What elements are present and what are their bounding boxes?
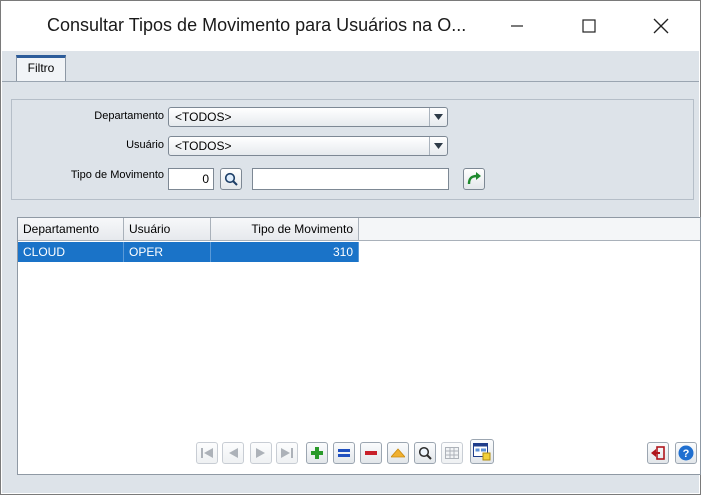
close-button[interactable] xyxy=(633,1,689,51)
departamento-label: Departamento xyxy=(94,110,164,122)
execute-filter-button[interactable] xyxy=(463,168,485,190)
add-icon xyxy=(311,447,323,459)
refresh-arrow-icon xyxy=(467,172,481,185)
window: Consultar Tipos de Movimento para Usuári… xyxy=(0,0,701,495)
client-area: Filtro Departamento <TODOS> Usuário <TOD… xyxy=(2,51,701,493)
delete-icon xyxy=(365,451,377,455)
maximize-button[interactable] xyxy=(561,1,617,51)
usuario-label: Usuário xyxy=(126,139,164,151)
help-button[interactable]: ? xyxy=(675,442,697,464)
grid-view-button[interactable] xyxy=(441,442,463,464)
close-icon xyxy=(653,18,669,34)
title-bar: Consultar Tipos de Movimento para Usuári… xyxy=(1,1,700,51)
next-icon xyxy=(256,448,265,458)
tab-strip: Filtro xyxy=(2,51,699,82)
header-filler xyxy=(359,218,700,241)
edit-icon xyxy=(338,449,350,457)
tipo-movimento-code-input[interactable]: 0 xyxy=(168,168,214,190)
departamento-select[interactable]: <TODOS> xyxy=(168,107,448,127)
usuario-value: <TODOS> xyxy=(175,139,232,153)
details-button[interactable] xyxy=(470,439,494,464)
column-header-departamento[interactable]: Departamento xyxy=(18,218,124,241)
table-cell-tipo-movimento[interactable]: 310 xyxy=(211,242,359,262)
tipo-movimento-label: Tipo de Movimento xyxy=(70,169,164,181)
move-up-button[interactable] xyxy=(387,442,409,464)
up-icon xyxy=(391,448,405,458)
column-header-usuario[interactable]: Usuário xyxy=(124,218,211,241)
column-header-tipo-movimento[interactable]: Tipo de Movimento xyxy=(211,218,359,241)
departamento-value: <TODOS> xyxy=(175,110,232,124)
next-record-button[interactable] xyxy=(250,442,272,464)
maximize-icon xyxy=(582,19,596,33)
minimize-button[interactable] xyxy=(489,1,545,51)
last-record-button[interactable] xyxy=(276,442,298,464)
minimize-icon xyxy=(511,25,523,27)
edit-button[interactable] xyxy=(333,442,355,464)
grid-view-icon xyxy=(445,447,459,459)
exit-icon xyxy=(651,446,665,460)
details-icon xyxy=(473,442,491,460)
previous-icon xyxy=(229,448,238,458)
tab-filtro[interactable]: Filtro xyxy=(16,55,66,81)
last-icon xyxy=(281,448,293,458)
add-button[interactable] xyxy=(306,442,328,464)
svg-text:?: ? xyxy=(683,448,690,460)
table-cell-departamento[interactable]: CLOUD xyxy=(18,242,124,262)
window-title: Consultar Tipos de Movimento para Usuári… xyxy=(47,15,467,35)
tipo-movimento-description-input[interactable] xyxy=(252,168,449,190)
first-icon xyxy=(201,448,213,458)
table-cell-usuario[interactable]: OPER xyxy=(124,242,211,262)
lookup-button[interactable] xyxy=(220,168,242,190)
previous-record-button[interactable] xyxy=(222,442,244,464)
exit-button[interactable] xyxy=(647,442,669,464)
results-grid[interactable]: Departamento Usuário Tipo de Movimento C… xyxy=(17,217,701,475)
search-icon xyxy=(418,446,432,460)
help-icon: ? xyxy=(678,445,694,461)
chevron-down-icon[interactable] xyxy=(429,137,447,155)
filter-panel: Departamento <TODOS> Usuário <TODOS> Tip… xyxy=(11,99,694,200)
delete-button[interactable] xyxy=(360,442,382,464)
search-icon xyxy=(224,172,238,186)
chevron-down-icon[interactable] xyxy=(429,108,447,126)
usuario-select[interactable]: <TODOS> xyxy=(168,136,448,156)
search-button[interactable] xyxy=(414,442,436,464)
first-record-button[interactable] xyxy=(196,442,218,464)
